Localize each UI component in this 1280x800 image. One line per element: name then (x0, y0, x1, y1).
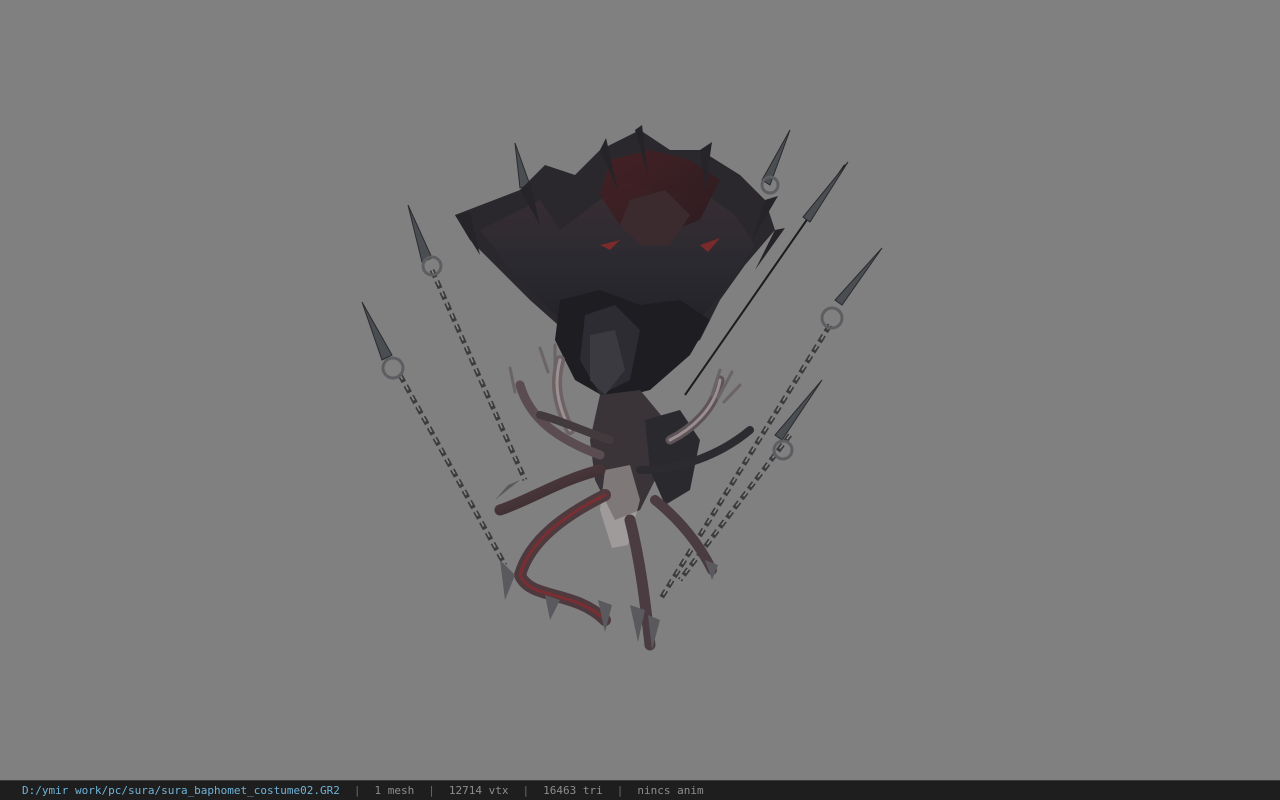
mesh-count: 1 mesh (374, 784, 415, 797)
animation-status: nincs anim (637, 784, 704, 797)
3d-viewport[interactable] (0, 0, 1280, 780)
status-separator: | (428, 784, 435, 797)
status-separator: | (616, 784, 624, 797)
feather-crown (455, 125, 785, 400)
triangle-count: 16463 tri (543, 784, 603, 797)
status-separator: | (353, 784, 361, 797)
file-path: D:/ymir work/pc/sura/sura_baphomet_costu… (22, 784, 340, 797)
status-bar: D:/ymir work/pc/sura/sura_baphomet_costu… (0, 780, 1280, 800)
vertex-count: 12714 vtx (448, 784, 509, 797)
status-separator: | (522, 784, 530, 797)
model-render (361, 125, 883, 651)
